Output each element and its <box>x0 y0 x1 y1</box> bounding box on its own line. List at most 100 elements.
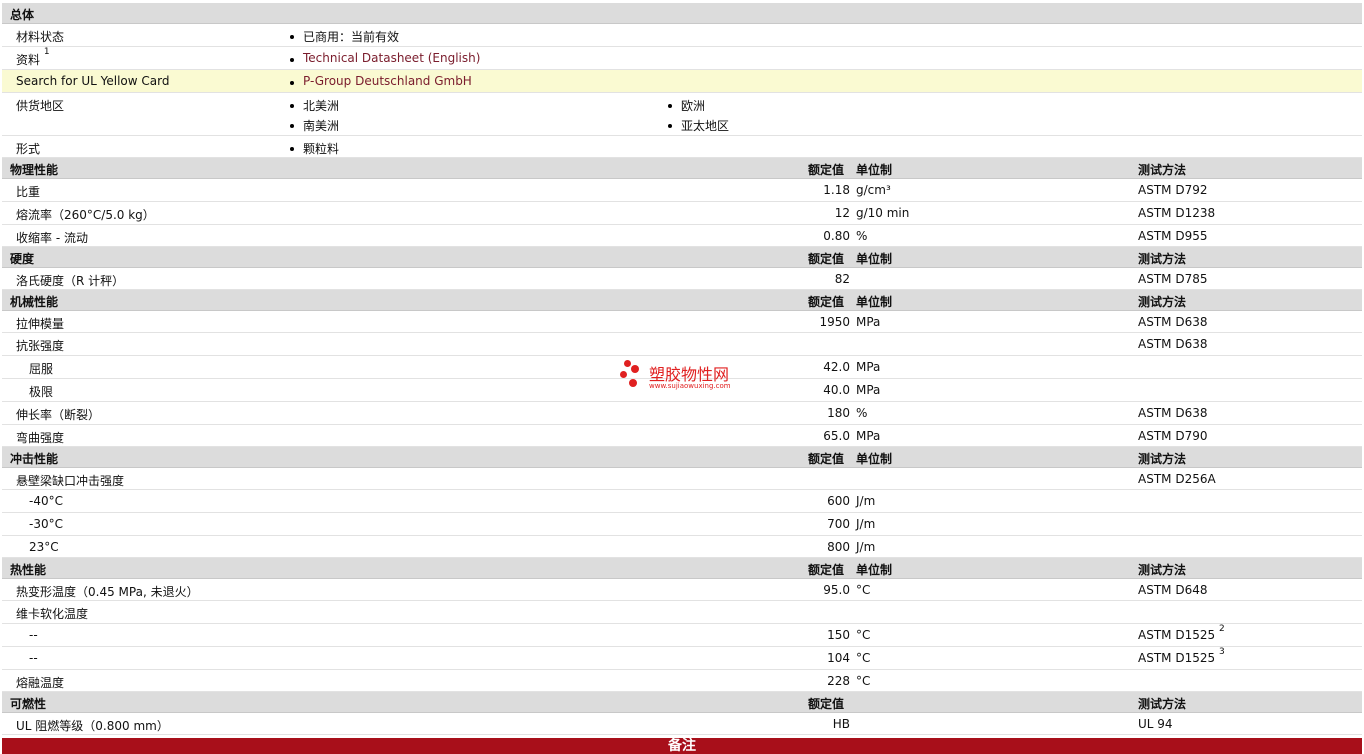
property-unit: g/cm³ <box>856 183 891 197</box>
section-hardness-header: 硬度 额定值 单位制 测试方法 <box>2 247 1362 268</box>
property-unit: J/m <box>856 517 876 531</box>
test-method: ASTM D648 <box>1138 583 1208 597</box>
property-label: 伸长率（断裂） <box>16 408 101 422</box>
region-item: 亚太地区 <box>666 117 729 134</box>
section-title: 物理性能 <box>10 163 59 177</box>
ul-card-item: P-Group Deutschland GmbH <box>288 74 472 88</box>
property-label: 熔融温度 <box>16 676 65 690</box>
sub-property-label: -- <box>29 628 38 642</box>
row-availability: 供货地区 北美洲 欧洲 南美洲 亚太地区 <box>2 93 1362 136</box>
technical-datasheet-link[interactable]: Technical Datasheet (English) <box>303 51 480 65</box>
property-label: 拉伸模量 <box>16 317 65 331</box>
section-physical-header: 物理性能 额定值 单位制 测试方法 <box>2 158 1362 179</box>
row-label: Search for UL Yellow Card <box>16 74 170 88</box>
test-method: ASTM D638 <box>1138 337 1208 351</box>
table-row: -30°C 700 J/m <box>2 513 1362 536</box>
property-value: 150 <box>827 628 850 642</box>
sub-property-label: 23°C <box>29 540 59 554</box>
row-literature: 资料 1 Technical Datasheet (English) <box>2 47 1362 70</box>
test-method: ASTM D638 <box>1138 315 1208 329</box>
logo-dot-icon <box>620 371 627 378</box>
property-value: 600 <box>827 494 850 508</box>
property-unit: % <box>856 229 868 243</box>
property-unit: °C <box>856 583 871 597</box>
footnote-ref: 2 <box>1218 624 1225 634</box>
property-unit: °C <box>856 628 871 642</box>
property-value: HB <box>832 717 850 731</box>
property-value: 12 <box>834 206 850 220</box>
test-method: ASTM D256A <box>1138 472 1216 486</box>
section-title: 硬度 <box>10 252 35 266</box>
col-nominal-header: 额定值 <box>808 295 845 309</box>
section-mechanical-header: 机械性能 额定值 单位制 测试方法 <box>2 290 1362 311</box>
property-value: 1.18 <box>823 183 850 197</box>
table-row: UL 阻燃等级（0.800 mm） HB UL 94 <box>2 713 1362 735</box>
test-method: ASTM D1525 2 <box>1138 624 1225 642</box>
test-method: ASTM D1238 <box>1138 206 1216 220</box>
col-method-header: 测试方法 <box>1138 295 1187 309</box>
sub-property-label: 极限 <box>29 385 54 399</box>
property-unit: °C <box>856 651 871 665</box>
row-material-status: 材料状态 已商用：当前有效 <box>2 24 1362 47</box>
section-flammability-header: 可燃性 额定值 测试方法 <box>2 692 1362 713</box>
footnote-ref: 3 <box>1218 647 1225 657</box>
section-title: 机械性能 <box>10 295 59 309</box>
property-label: 比重 <box>16 185 41 199</box>
property-value: 40.0 <box>823 383 850 397</box>
table-row: -- 150 °C ASTM D1525 2 <box>2 624 1362 647</box>
property-unit: g/10 min <box>856 206 910 220</box>
property-value: 82 <box>834 272 850 286</box>
table-row: 23°C 800 J/m <box>2 536 1362 558</box>
property-value: 228 <box>827 674 850 688</box>
logo-dot-icon <box>629 379 637 387</box>
property-label: 悬壁梁缺口冲击强度 <box>16 474 125 488</box>
col-nominal-header: 额定值 <box>808 252 845 266</box>
property-label: 维卡软化温度 <box>16 607 89 621</box>
table-row: -40°C 600 J/m <box>2 490 1362 513</box>
test-method: ASTM D955 <box>1138 229 1208 243</box>
property-value: 1950 <box>819 315 850 329</box>
method-text: ASTM D1525 <box>1138 651 1216 665</box>
section-title: 总体 <box>10 8 35 22</box>
property-unit: J/m <box>856 494 876 508</box>
property-label: 收缩率 - 流动 <box>16 231 88 245</box>
table-row: 收缩率 - 流动 0.80 % ASTM D955 <box>2 225 1362 247</box>
test-method: ASTM D638 <box>1138 406 1208 420</box>
region-item: 南美洲 <box>288 117 339 134</box>
property-value: 95.0 <box>823 583 850 597</box>
region-item: 北美洲 <box>288 97 339 114</box>
notes-footer-bar[interactable]: 备注 <box>2 738 1362 754</box>
property-value: 700 <box>827 517 850 531</box>
property-unit: MPa <box>856 360 881 374</box>
col-nominal-header: 额定值 <box>808 697 845 711</box>
p-group-link[interactable]: P-Group Deutschland GmbH <box>303 74 472 88</box>
method-text: ASTM D1525 <box>1138 628 1216 642</box>
test-method: ASTM D1525 3 <box>1138 647 1225 665</box>
col-nominal-header: 额定值 <box>808 163 845 177</box>
section-title: 冲击性能 <box>10 452 59 466</box>
logo-dot-icon <box>624 360 631 367</box>
row-label: 资料 1 <box>16 47 50 68</box>
row-ul-yellow-card: Search for UL Yellow Card P-Group Deutsc… <box>2 70 1362 93</box>
table-row: -- 104 °C ASTM D1525 3 <box>2 647 1362 670</box>
col-unit-header: 单位制 <box>856 252 893 266</box>
col-method-header: 测试方法 <box>1138 452 1187 466</box>
logo-dot-icon <box>631 365 639 373</box>
section-title: 可燃性 <box>10 697 47 711</box>
property-unit: % <box>856 406 868 420</box>
test-method: ASTM D785 <box>1138 272 1208 286</box>
table-row: 悬壁梁缺口冲击强度 ASTM D256A <box>2 468 1362 490</box>
watermark-logo: 塑胶物性网 www.sujiaowuxing.com <box>618 358 758 394</box>
table-row: 伸长率（断裂） 180 % ASTM D638 <box>2 402 1362 425</box>
property-unit: MPa <box>856 315 881 329</box>
region-item: 欧洲 <box>666 97 705 114</box>
col-method-header: 测试方法 <box>1138 563 1187 577</box>
row-form: 形式 颗粒料 <box>2 136 1362 158</box>
sub-property-label: -- <box>29 651 38 665</box>
property-unit: °C <box>856 674 871 688</box>
row-label: 材料状态 <box>16 30 65 44</box>
col-unit-header: 单位制 <box>856 295 893 309</box>
notes-title: 备注 <box>668 738 696 754</box>
col-method-header: 测试方法 <box>1138 697 1187 711</box>
test-method: ASTM D790 <box>1138 429 1208 443</box>
